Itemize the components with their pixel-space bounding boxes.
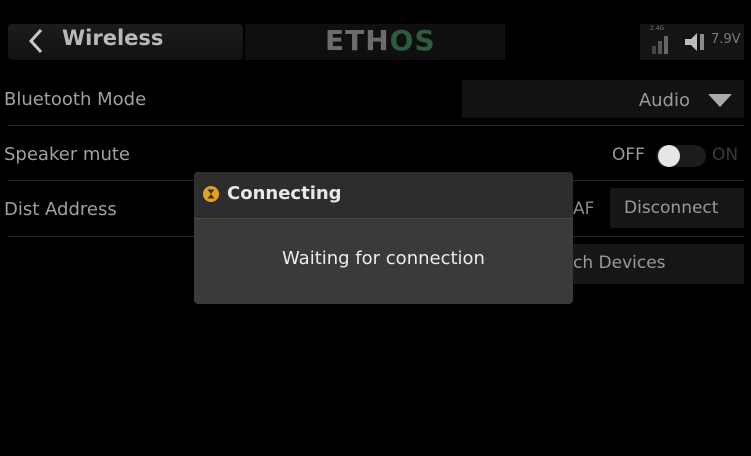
logo-main: ETH: [325, 24, 390, 57]
toggle-on-label: ON: [712, 145, 739, 165]
toggle-knob[interactable]: [658, 145, 680, 167]
hourglass-icon: [203, 186, 219, 202]
bluetooth-mode-select[interactable]: Audio: [462, 80, 744, 118]
speaker-icon: [685, 33, 704, 51]
bluetooth-mode-label: Bluetooth Mode: [4, 89, 147, 110]
logo-accent: OS: [389, 24, 436, 57]
dist-address-value: AF: [573, 199, 595, 219]
connecting-dialog: Connecting Waiting for connection: [194, 172, 573, 304]
divider: [8, 125, 744, 126]
search-devices-label: ch Devices: [573, 253, 666, 273]
dropdown-arrow-icon: [708, 94, 732, 107]
dialog-message: Waiting for connection: [282, 248, 485, 269]
speaker-mute-label: Speaker mute: [4, 144, 131, 165]
disconnect-button[interactable]: Disconnect: [610, 188, 744, 228]
dialog-title: Connecting: [227, 183, 342, 204]
page-title: Wireless: [62, 26, 164, 50]
bluetooth-mode-value: Audio: [638, 90, 690, 111]
back-arrow-icon[interactable]: [24, 25, 50, 57]
search-devices-button[interactable]: ch Devices: [573, 244, 744, 284]
ethos-logo: ETHOS: [325, 24, 436, 57]
signal-bars-icon: [652, 36, 668, 54]
dialog-header: Connecting: [194, 172, 573, 219]
screen: Wireless ETHOS 2.4G 7.9V Bluetooth Mode …: [0, 0, 751, 456]
dist-address-label: Dist Address: [4, 199, 117, 220]
battery-voltage: 7.9V: [711, 32, 741, 47]
toggle-off-label: OFF: [612, 145, 645, 165]
disconnect-label: Disconnect: [624, 198, 719, 218]
